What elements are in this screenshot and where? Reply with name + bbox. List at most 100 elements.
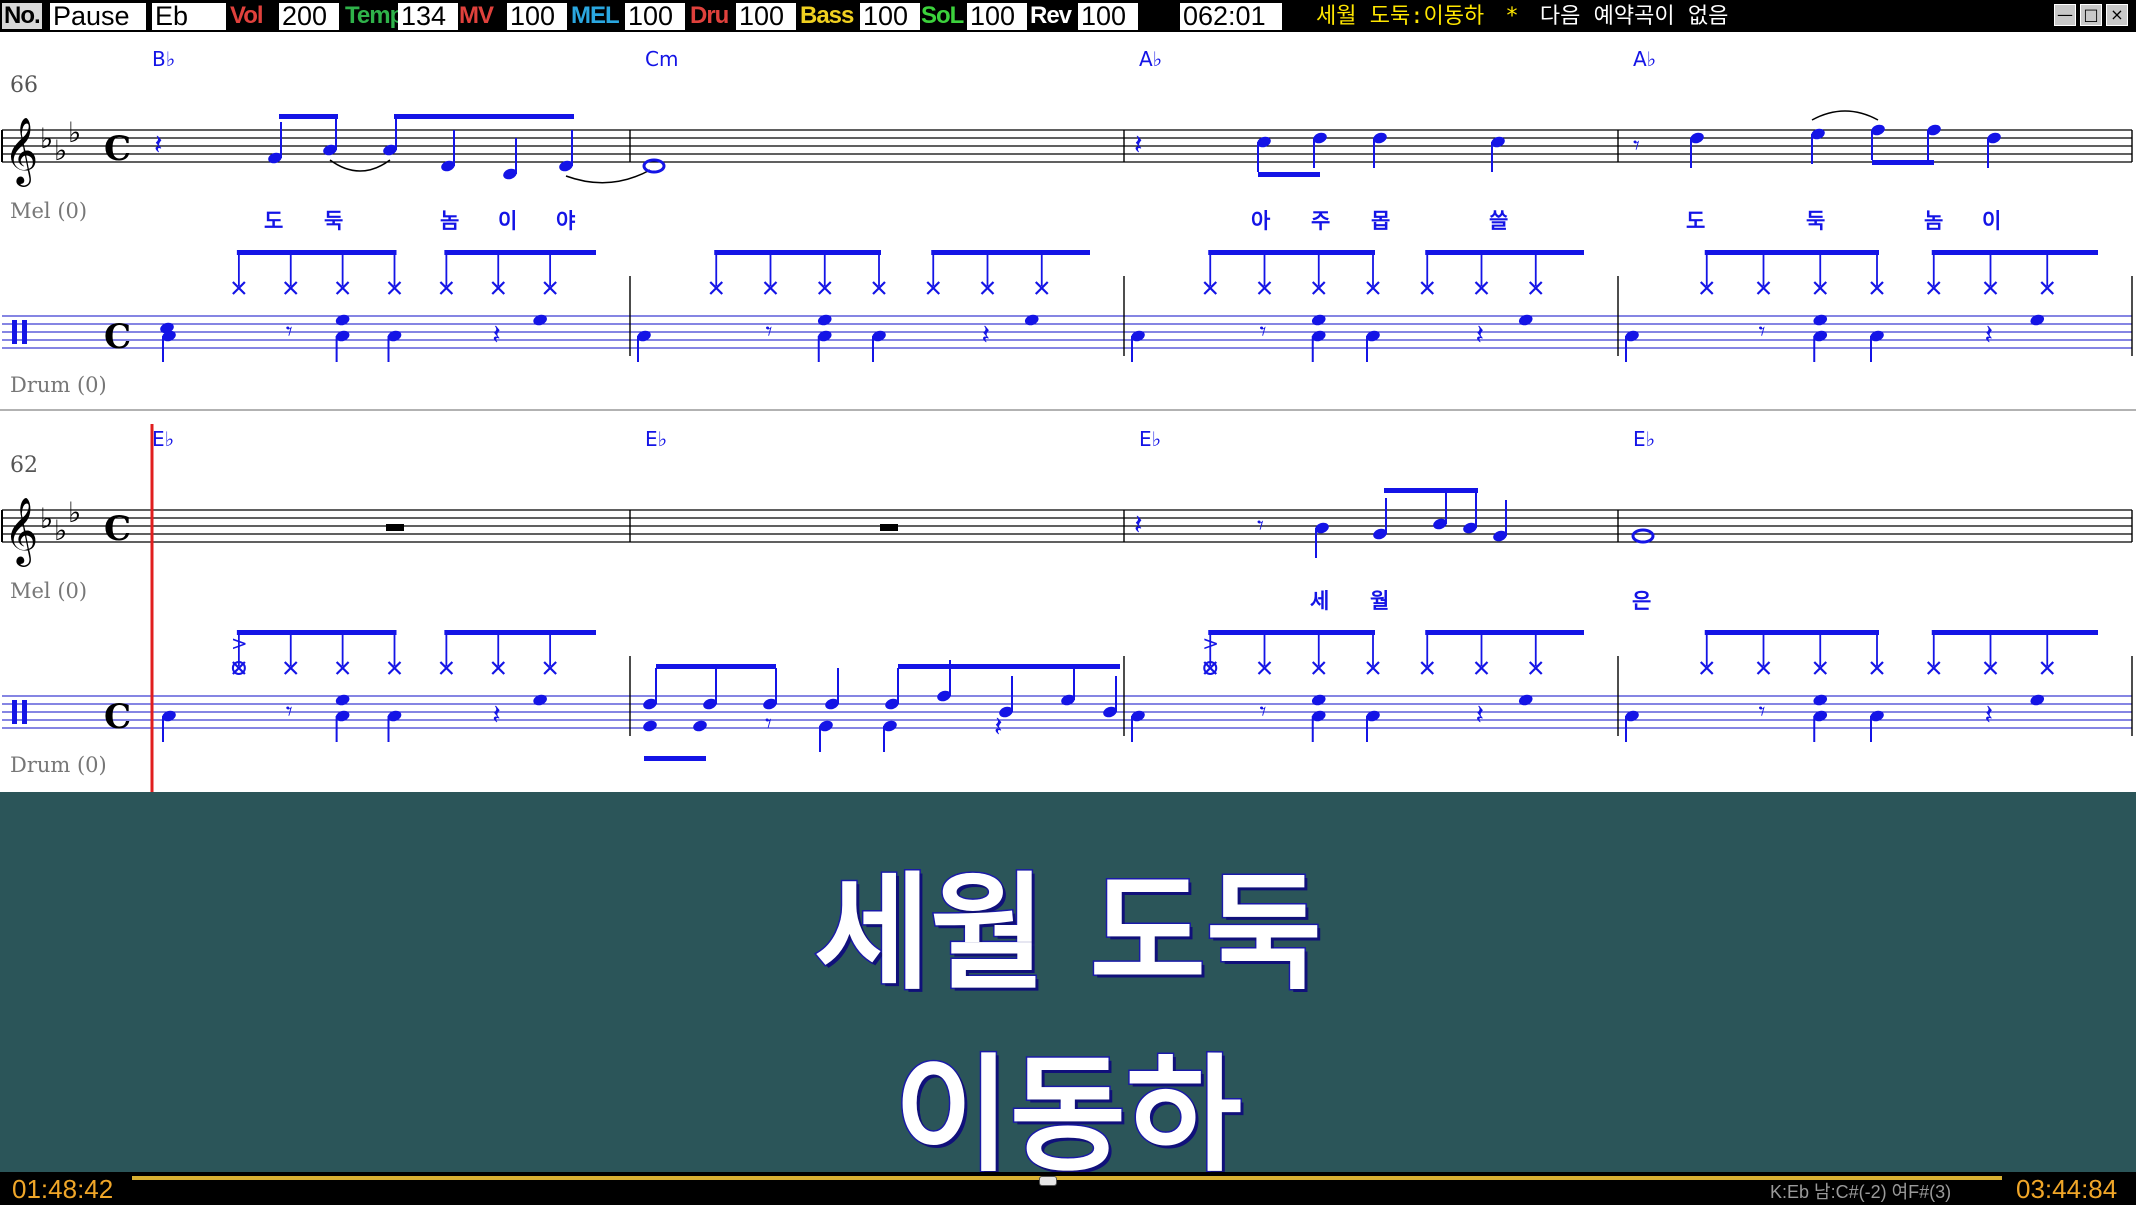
score-canvas: 66𝄞 ♭ ♭♭ CB♭ Cm A♭ A♭Mel (0)𝄽 𝄽 𝄾도 둑 놈 이 야 아 주 몹 쓸 도 둑 놈 이C 𝄾…	[0, 47, 2136, 792]
note-beam	[1208, 250, 1375, 255]
percussion-clef-icon	[22, 320, 27, 344]
snare-note	[335, 314, 350, 326]
mixer-label-temp: Temp	[345, 2, 404, 29]
note-beam	[1208, 630, 1375, 635]
mixer-value-bass[interactable]: 100	[860, 3, 920, 30]
snare-note	[1518, 694, 1533, 706]
elapsed-time: 01:48:42	[12, 1174, 114, 1204]
mixer-label-mv: MV	[459, 2, 494, 29]
system2-lyric-syllable: 은	[1632, 589, 1651, 613]
separator: *	[1505, 4, 1519, 29]
note-beam	[1425, 250, 1584, 255]
mixer-value-mv[interactable]: 100	[507, 3, 567, 30]
system1-lyric-syllable: 놈	[1924, 209, 1943, 233]
note-beam	[1872, 160, 1934, 165]
system1-drum-track-label: Drum (0)	[10, 373, 107, 397]
key-flat-icon: ♭	[40, 502, 53, 535]
eighth-rest: 𝄾	[766, 317, 773, 347]
key-value[interactable]: Eb	[152, 3, 226, 30]
lyric-title-line: 세월 도둑	[813, 859, 1324, 1009]
quarter-rest: 𝄽	[994, 710, 1003, 743]
eighth-rest: 𝄾	[1633, 131, 1640, 161]
quarter-rest: 𝄽	[1476, 698, 1485, 731]
chord-symbol: A♭	[1139, 47, 1162, 71]
system1-measure-number: 66	[10, 73, 38, 98]
chord-symbol: E♭	[645, 427, 667, 451]
progress-track[interactable]	[132, 1176, 2002, 1186]
close-icon[interactable]: ×	[2106, 4, 2128, 26]
snare-note	[1311, 314, 1326, 326]
lyric-artist-line: 이동하	[893, 1041, 1244, 1191]
system2-lyric-syllable: 월	[1370, 589, 1389, 613]
quarter-rest: 𝄽	[492, 318, 501, 351]
note-beam	[394, 114, 574, 119]
total-time: 03:44:84	[2016, 1174, 2118, 1204]
note-beam	[236, 250, 397, 255]
time-signature: C	[104, 317, 131, 357]
percussion-clef-icon	[12, 700, 17, 724]
mixer-value-temp[interactable]: 134	[398, 3, 458, 30]
chord-symbol: B♭	[152, 47, 175, 71]
eighth-rest: 𝄾	[286, 317, 293, 347]
system1-lyric-syllable: 아	[1251, 209, 1271, 233]
progress-handle[interactable]	[1039, 1176, 1058, 1186]
note-beam	[236, 630, 397, 635]
snare-note	[1518, 314, 1533, 326]
minimize-icon[interactable]: —	[2054, 4, 2076, 26]
key-flat-icon: ♭	[40, 122, 53, 155]
tie-slur	[565, 169, 651, 184]
time-signature: C	[104, 697, 131, 737]
maximize-icon[interactable]: □	[2080, 4, 2102, 26]
system1-lyric-syllable: 둑	[324, 209, 343, 233]
tie-slur	[1811, 110, 1879, 121]
mixer-value-mel[interactable]: 100	[625, 3, 685, 30]
quarter-rest: 𝄽	[982, 318, 991, 351]
quarter-rest: 𝄽	[1985, 698, 1994, 731]
quarter-rest: 𝄽	[1134, 128, 1143, 161]
snare-note	[2030, 314, 2045, 326]
note-beam	[1931, 250, 2098, 255]
playback-status[interactable]: Pause	[50, 3, 146, 30]
chord-symbol: E♭	[1633, 427, 1655, 451]
eighth-rest: 𝄾	[286, 697, 293, 727]
now-playing: 세월 도둑:이동하 * 다음 예약곡이 없음	[1316, 3, 1728, 30]
percussion-clef-icon	[22, 700, 27, 724]
note-beam	[1931, 630, 2098, 635]
system2-measure-number: 62	[10, 453, 38, 478]
kick-note	[693, 720, 707, 732]
mixer-value-rev[interactable]: 100	[1078, 3, 1138, 30]
system1-lyric-syllable: 쓸	[1489, 209, 1508, 233]
eighth-rest: 𝄾	[1260, 697, 1267, 727]
quarter-rest: 𝄽	[154, 128, 163, 161]
snare-note	[533, 694, 547, 706]
snare-note	[1024, 314, 1039, 326]
chord-symbol: Cm	[645, 47, 678, 71]
key-flat-icon: ♭	[68, 496, 81, 529]
mixer-value-sol[interactable]: 100	[967, 3, 1027, 30]
quarter-rest: 𝄽	[1134, 508, 1143, 541]
key-flat-icon: ♭	[68, 116, 81, 149]
system1-lyric-syllable: 놈	[440, 209, 459, 233]
note-beam	[656, 664, 776, 669]
key-info: K:Eb 남:C#(-2) 여F#(3)	[1770, 1182, 1952, 1202]
lyrics-panel: 세월 도둑 이동하	[0, 792, 2136, 1191]
snare-note	[1311, 694, 1326, 706]
system1-lyric-syllable: 야	[556, 209, 576, 233]
note-beam	[1258, 172, 1320, 177]
mixer-value-dru[interactable]: 100	[736, 3, 796, 30]
whole-rest	[880, 524, 898, 531]
measure-counter: 062:01	[1180, 3, 1282, 30]
key-flat-icon: ♭	[54, 514, 67, 547]
next-song-text: 다음 예약곡이 없음	[1539, 4, 1729, 29]
mixer-label-dru: Dru	[690, 2, 729, 29]
treble-clef-icon: 𝄞	[4, 116, 38, 187]
percussion-clef-icon	[12, 320, 17, 344]
playback-progress-bar: 01:48:42 K:Eb 남:C#(-2) 여F#(3) 03:44:84	[0, 1172, 2136, 1205]
mixer-label-sol: SoL	[921, 2, 964, 29]
system1-lyric-syllable: 이	[498, 209, 517, 233]
mixer-value-vol[interactable]: 200	[279, 3, 339, 30]
system1-lyric-syllable: 주	[1311, 209, 1330, 233]
snare-note	[1813, 314, 1828, 326]
note-beam	[644, 756, 706, 761]
snare-note	[817, 314, 832, 326]
